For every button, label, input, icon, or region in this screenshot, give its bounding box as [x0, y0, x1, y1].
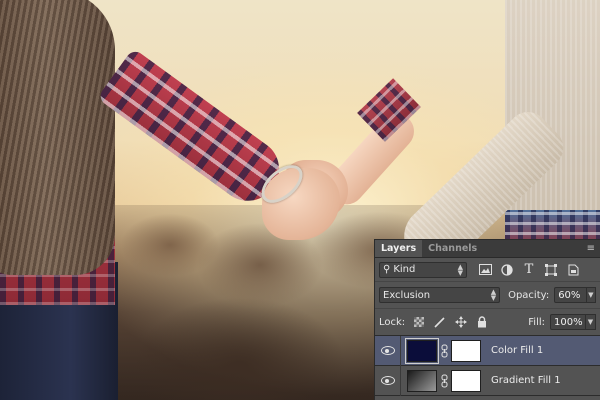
eye-icon	[380, 376, 395, 385]
fill-dropdown-icon[interactable]: ▼	[586, 314, 596, 330]
fill-label: Fill:	[528, 316, 545, 328]
lock-transparent-pixels-icon[interactable]	[413, 316, 425, 328]
image-icon[interactable]	[477, 262, 493, 278]
adjustment-icon[interactable]	[499, 262, 515, 278]
select-arrows-icon: ▲ ▼	[490, 288, 497, 302]
chain-link-icon[interactable]	[439, 373, 449, 389]
layer-name[interactable]: Gradient Fill 1	[491, 375, 561, 386]
lock-position-icon[interactable]	[455, 316, 468, 328]
layer-row-color-fill[interactable]: Color Fill 1	[375, 335, 600, 366]
shape-icon[interactable]	[543, 262, 559, 278]
tab-layers[interactable]: Layers	[375, 240, 423, 257]
lock-label: Lock:	[379, 316, 406, 328]
blend-mode-value: Exclusion	[383, 289, 431, 301]
left-person-fur-vest	[0, 0, 115, 275]
lock-icons	[413, 316, 488, 328]
lock-image-pixels-icon[interactable]	[434, 316, 446, 328]
opacity-dropdown-icon[interactable]: ▼	[586, 287, 596, 303]
layer-mask-thumbnail[interactable]	[451, 339, 481, 362]
layer-mask-thumbnail[interactable]	[451, 369, 481, 392]
opacity-label: Opacity:	[508, 289, 550, 301]
gradient-fill-thumbnail[interactable]	[407, 369, 437, 392]
layers-panel: Layers Channels ≡ ⚲ Kind ▲ ▼ T Exclusion…	[374, 239, 600, 400]
panel-menu-icon[interactable]: ≡	[582, 240, 600, 257]
color-fill-thumbnail[interactable]	[405, 337, 439, 364]
visibility-toggle[interactable]	[375, 365, 401, 396]
panel-tab-bar: Layers Channels ≡	[375, 240, 600, 258]
lock-row: Lock: Fill: 100% ▼	[375, 309, 600, 336]
select-arrows-icon: ▲ ▼	[457, 262, 463, 277]
layer-row-gradient-fill[interactable]: Gradient Fill 1	[375, 365, 600, 396]
search-icon: ⚲	[383, 264, 391, 275]
lock-all-icon[interactable]	[476, 316, 488, 328]
filter-kind-select[interactable]: ⚲ Kind ▲ ▼	[379, 261, 467, 278]
tab-channels[interactable]: Channels	[422, 240, 483, 257]
blend-row: Exclusion ▲ ▼ Opacity: 60% ▼	[375, 282, 600, 309]
kind-label: Kind	[393, 264, 416, 275]
layer-filter-row: ⚲ Kind ▲ ▼ T	[375, 258, 600, 282]
chain-link-icon[interactable]	[439, 343, 449, 359]
layer-name[interactable]: Color Fill 1	[491, 345, 543, 356]
smart-object-icon[interactable]	[565, 262, 581, 278]
filter-icons: T	[477, 262, 581, 278]
fill-input[interactable]: 100%	[550, 314, 586, 330]
eye-icon	[380, 346, 395, 355]
opacity-input[interactable]: 60%	[554, 287, 587, 303]
blend-mode-select[interactable]: Exclusion ▲ ▼	[379, 287, 501, 303]
visibility-toggle[interactable]	[375, 335, 401, 366]
type-icon[interactable]: T	[521, 262, 537, 278]
